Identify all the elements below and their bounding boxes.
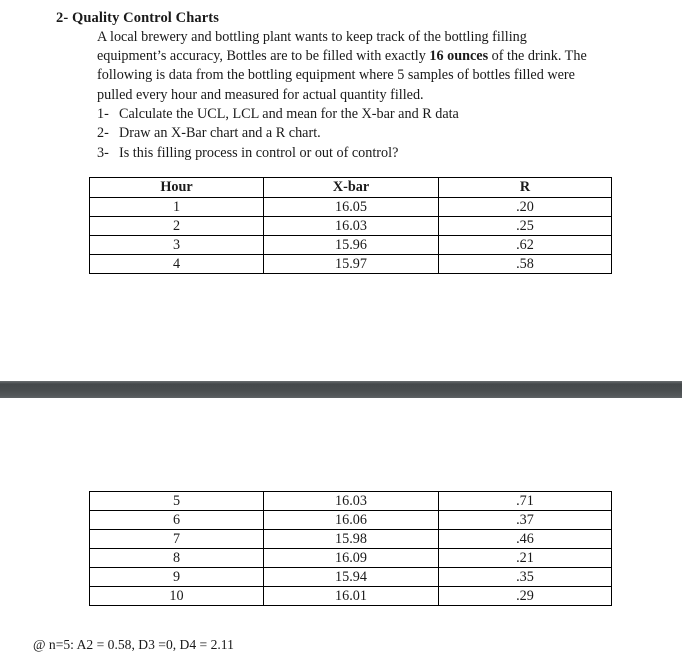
table-row: 1 16.05 .20	[89, 197, 612, 217]
question-item: 2- Draw an X-Bar chart and a R chart.	[97, 124, 617, 143]
cell-r: .35	[438, 567, 612, 587]
cell-r: .71	[438, 491, 612, 511]
table-row: 9 15.94 .35	[89, 567, 612, 587]
table-row: 3 15.96 .62	[89, 235, 612, 255]
cell-xbar: 15.98	[263, 529, 439, 549]
table-row: 7 15.98 .46	[89, 529, 612, 549]
cell-hour: 8	[89, 548, 264, 568]
question-item: 3- Is this filling process in control or…	[97, 144, 617, 163]
cell-xbar: 16.03	[263, 491, 439, 511]
cell-r: .20	[438, 197, 612, 217]
table-header-row: Hour X-bar R	[89, 177, 612, 198]
column-header-r: R	[438, 177, 612, 198]
data-table-hours-5-10: 5 16.03 .71 6 16.06 .37 7 15.98 .46 8 16…	[89, 491, 612, 606]
page-break-separator	[0, 381, 682, 398]
cell-hour: 5	[89, 491, 264, 511]
cell-hour: 2	[89, 216, 264, 236]
cell-xbar: 16.05	[263, 197, 439, 217]
document-page: 2- Quality Control Charts A local brewer…	[0, 0, 682, 669]
cell-r: .37	[438, 510, 612, 530]
question-text: Calculate the UCL, LCL and mean for the …	[119, 106, 459, 122]
table-row: 10 16.01 .29	[89, 586, 612, 606]
table-row: 2 16.03 .25	[89, 216, 612, 236]
cell-hour: 3	[89, 235, 264, 255]
cell-hour: 6	[89, 510, 264, 530]
cell-xbar: 16.06	[263, 510, 439, 530]
cell-hour: 1	[89, 197, 264, 217]
cell-xbar: 15.94	[263, 567, 439, 587]
cell-r: .62	[438, 235, 612, 255]
cell-hour: 9	[89, 567, 264, 587]
cell-xbar: 16.01	[263, 586, 439, 606]
cell-r: .21	[438, 548, 612, 568]
question-item: 1- Calculate the UCL, LCL and mean for t…	[97, 105, 617, 124]
table-row: 5 16.03 .71	[89, 491, 612, 511]
cell-r: .29	[438, 586, 612, 606]
constants-footnote: @ n=5: A2 = 0.58, D3 =0, D4 = 2.11	[33, 637, 234, 652]
data-table-hours-1-4: Hour X-bar R 1 16.05 .20 2 16.03 .25 3 1…	[89, 177, 612, 274]
question-text: Is this filling process in control or ou…	[119, 144, 399, 161]
question-number: 2-	[97, 125, 109, 142]
page-title: 2- Quality Control Charts	[56, 10, 219, 26]
table-row: 8 16.09 .21	[89, 548, 612, 568]
column-header-xbar: X-bar	[263, 177, 439, 198]
question-list: 1- Calculate the UCL, LCL and mean for t…	[97, 105, 617, 163]
cell-r: .25	[438, 216, 612, 236]
cell-hour: 10	[89, 586, 264, 606]
cell-xbar: 15.96	[263, 235, 439, 255]
cell-hour: 4	[89, 254, 264, 274]
question-number: 1-	[97, 106, 109, 122]
cell-xbar: 16.09	[263, 548, 439, 568]
table-row: 6 16.06 .37	[89, 510, 612, 530]
cell-xbar: 15.97	[263, 254, 439, 274]
column-header-hour: Hour	[89, 177, 264, 198]
table-row: 4 15.97 .58	[89, 254, 612, 274]
cell-r: .58	[438, 254, 612, 274]
question-number: 3-	[97, 144, 109, 161]
cell-hour: 7	[89, 529, 264, 549]
question-text: Draw an X-Bar chart and a R chart.	[119, 125, 321, 142]
intro-paragraph: A local brewery and bottling plant wants…	[97, 28, 597, 105]
cell-r: .46	[438, 529, 612, 549]
intro-emphasis-ounces: 16 ounces	[429, 48, 489, 65]
cell-xbar: 16.03	[263, 216, 439, 236]
